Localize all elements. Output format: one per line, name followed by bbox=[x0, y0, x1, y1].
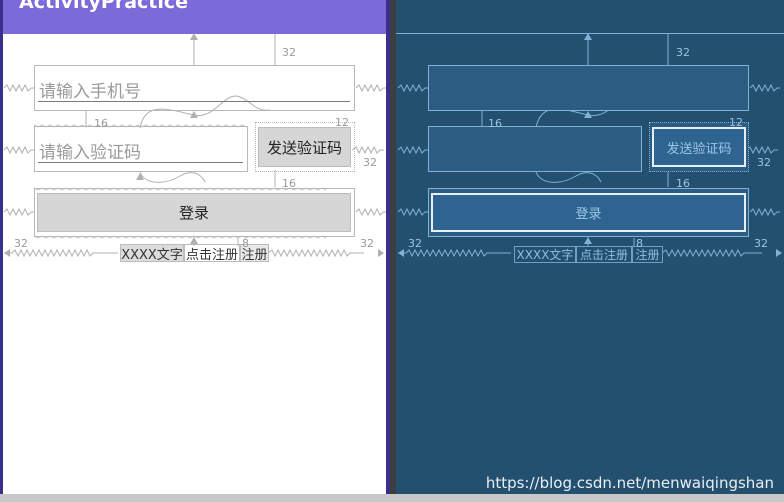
footer-text-label: XXXX文字 bbox=[120, 244, 184, 263]
bottom-strip bbox=[0, 494, 784, 502]
constraint-gap-8: 8 bbox=[242, 237, 249, 250]
phone-input-underline bbox=[38, 101, 350, 102]
bp-code-input[interactable] bbox=[428, 126, 642, 172]
bp-constraint-gap-8: 8 bbox=[636, 237, 643, 250]
bp-send-code-button[interactable]: 发送验证码 bbox=[652, 127, 746, 167]
constraint-gap-16a: 16 bbox=[94, 117, 108, 130]
bp-click-register-link[interactable]: 点击注册 bbox=[576, 246, 632, 263]
click-register-link[interactable]: 点击注册 bbox=[184, 244, 240, 263]
design-view: ActivityPractice 请输入手机号 请输入验证码 发送验证码 登录 … bbox=[0, 0, 390, 502]
bp-phone-input[interactable] bbox=[428, 65, 749, 111]
constraint-gap-16b: 16 bbox=[282, 177, 296, 190]
code-input-underline bbox=[38, 162, 243, 163]
constraint-left-margin: 32 bbox=[14, 237, 28, 250]
blueprint-view: 发送验证码 登录 XXXX文字 点击注册 注册 32 16 12 32 16 3… bbox=[396, 0, 784, 502]
bp-constraint-left-margin: 32 bbox=[408, 237, 422, 250]
bp-footer-text-label: XXXX文字 bbox=[514, 246, 576, 263]
bp-constraint-gap-16b: 16 bbox=[676, 177, 690, 190]
watermark-url: https://blog.csdn.net/menwaiqingshan bbox=[485, 474, 774, 492]
bp-constraint-right-margin-code: 32 bbox=[757, 156, 771, 169]
bp-constraint-top-margin: 32 bbox=[676, 46, 690, 59]
constraint-right-margin-code: 32 bbox=[363, 156, 377, 169]
bp-login-button[interactable]: 登录 bbox=[431, 193, 746, 232]
phone-input-placeholder[interactable]: 请输入手机号 bbox=[39, 77, 141, 102]
login-button[interactable]: 登录 bbox=[37, 193, 351, 232]
constraint-gap-12: 12 bbox=[335, 116, 349, 129]
layout-editor: ActivityPractice 请输入手机号 请输入验证码 发送验证码 登录 … bbox=[0, 0, 784, 502]
constraint-top-margin: 32 bbox=[282, 46, 296, 59]
bp-constraint-gap-12: 12 bbox=[729, 116, 743, 129]
constraint-right-margin: 32 bbox=[360, 237, 374, 250]
bp-constraint-right-margin: 32 bbox=[754, 237, 768, 250]
bp-constraint-gap-16a: 16 bbox=[488, 117, 502, 130]
code-input-placeholder[interactable]: 请输入验证码 bbox=[39, 138, 141, 163]
send-code-button[interactable]: 发送验证码 bbox=[258, 127, 351, 167]
